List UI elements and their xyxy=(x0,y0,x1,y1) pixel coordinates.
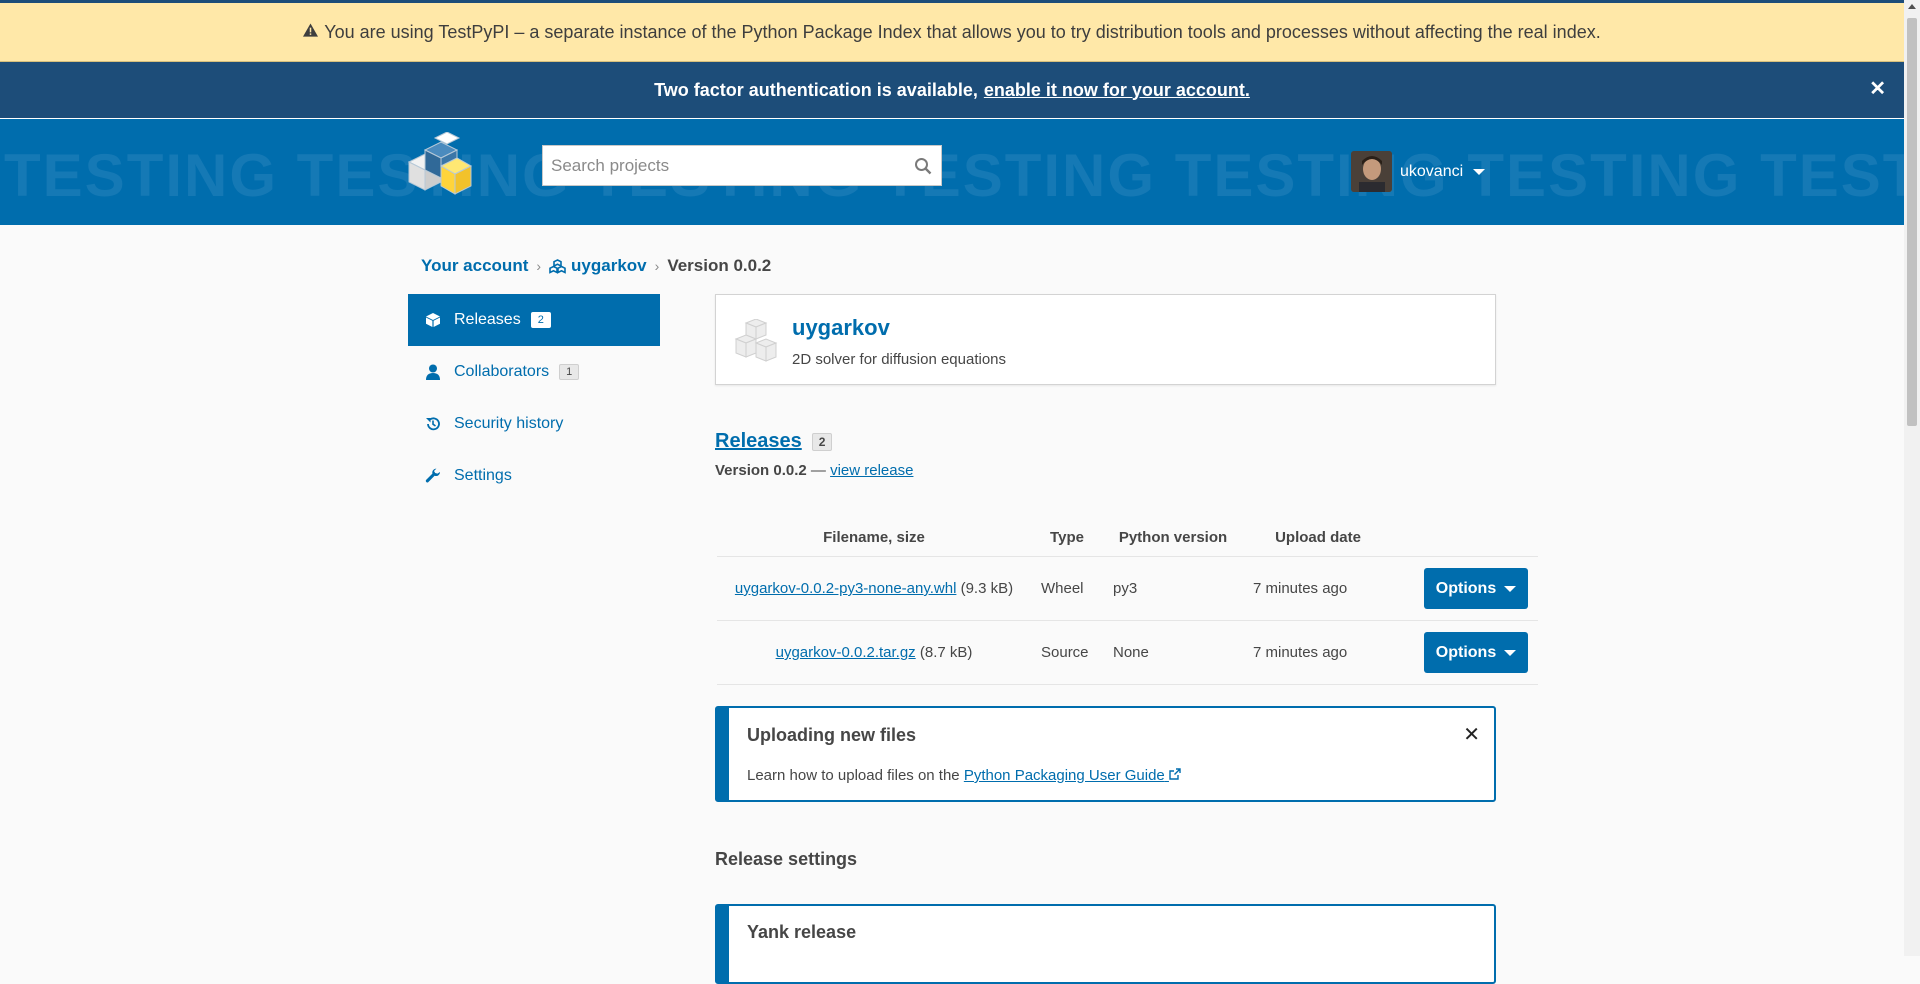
table-header-row: Filename, size Type Python version Uploa… xyxy=(717,518,1538,557)
version-label: Version 0.0.2 xyxy=(715,462,807,479)
options-label: Options xyxy=(1435,579,1497,597)
yank-release-callout: Yank release xyxy=(715,904,1496,984)
cubes-icon xyxy=(549,258,566,274)
filename-cell: uygarkov-0.0.2.tar.gz (8.7 kB) xyxy=(717,620,1031,685)
callout-text: Learn how to upload files on the Python … xyxy=(747,767,1181,784)
sidebar-item-security-history[interactable]: Security history xyxy=(408,398,660,450)
search-input[interactable] xyxy=(543,146,905,185)
sidebar-item-collaborators[interactable]: Collaborators 1 xyxy=(408,346,660,398)
breadcrumb: Your account › uygarkov › Version 0.0.2 xyxy=(421,256,771,276)
two-factor-banner: Two factor authentication is available, … xyxy=(0,62,1904,119)
chevron-right-icon: › xyxy=(536,258,542,274)
close-icon[interactable]: ✕ xyxy=(1463,722,1480,747)
search-box xyxy=(542,145,942,186)
file-download-link[interactable]: uygarkov-0.0.2.tar.gz xyxy=(776,644,916,661)
breadcrumb-current: Version 0.0.2 xyxy=(667,256,772,275)
avatar xyxy=(1351,151,1392,192)
external-link-icon xyxy=(1169,767,1181,784)
breadcrumb-your-account[interactable]: Your account xyxy=(421,256,528,276)
release-settings-heading: Release settings xyxy=(715,849,858,869)
scroll-up-arrow-icon[interactable] xyxy=(1908,4,1916,9)
table-row: uygarkov-0.0.2-py3-none-any.whl (9.3 kB)… xyxy=(717,556,1538,621)
callout-text-body: Learn how to upload files on the xyxy=(747,767,960,784)
view-release-link[interactable]: view release xyxy=(830,462,913,479)
file-type: Source xyxy=(1031,620,1103,685)
releases-heading-link[interactable]: Releases xyxy=(715,430,802,453)
file-download-link[interactable]: uygarkov-0.0.2-py3-none-any.whl xyxy=(735,580,957,597)
chevron-right-icon: › xyxy=(654,258,660,274)
releases-heading: Releases 2 xyxy=(715,430,833,453)
sidebar-item-label: Settings xyxy=(454,467,512,484)
packaging-guide-label: Python Packaging User Guide xyxy=(963,767,1165,784)
python-version: None xyxy=(1103,620,1243,685)
project-name-link[interactable]: uygarkov xyxy=(792,315,890,341)
sidebar-item-label: Security history xyxy=(454,415,564,432)
sidebar-item-settings[interactable]: Settings xyxy=(408,450,660,502)
count-badge: 1 xyxy=(559,364,580,380)
chevron-down-icon xyxy=(1473,168,1486,175)
testing-watermark: TESTING TESTING TESTING TESTING TESTING … xyxy=(4,142,1904,209)
file-size: (9.3 kB) xyxy=(960,580,1014,597)
python-version: py3 xyxy=(1103,556,1243,621)
release-files-table: Filename, size Type Python version Uploa… xyxy=(717,518,1538,685)
user-menu[interactable]: ukovanci xyxy=(1351,151,1486,192)
site-header: TESTING TESTING TESTING TESTING TESTING … xyxy=(0,119,1904,225)
project-card: uygarkov 2D solver for diffusion equatio… xyxy=(715,294,1496,385)
dash: — xyxy=(810,462,826,479)
count-badge: 2 xyxy=(530,312,551,328)
sidebar-item-label: Collaborators xyxy=(454,363,550,380)
callout-title: Uploading new files xyxy=(747,725,917,745)
column-header: Upload date xyxy=(1243,518,1393,557)
chevron-down-icon xyxy=(1504,585,1517,592)
box-icon xyxy=(424,312,442,328)
table-row: uygarkov-0.0.2.tar.gz (8.7 kB) Source No… xyxy=(717,620,1538,685)
filename-cell: uygarkov-0.0.2-py3-none-any.whl (9.3 kB) xyxy=(717,556,1031,621)
sidebar-item-label: Releases xyxy=(454,311,521,328)
uploading-callout: Uploading new files ✕ Learn how to uploa… xyxy=(715,706,1496,802)
chevron-down-icon xyxy=(1504,649,1517,656)
upload-date: 7 minutes ago xyxy=(1243,620,1393,685)
scroll-thumb[interactable] xyxy=(1907,18,1917,426)
search-icon[interactable] xyxy=(905,146,941,185)
sidebar-item-releases[interactable]: Releases 2 xyxy=(408,294,660,346)
sidebar: Releases 2 Collaborators 1 Security hist… xyxy=(408,294,660,502)
file-size: (8.7 kB) xyxy=(919,644,973,661)
username: ukovanci xyxy=(1400,162,1464,180)
user-icon xyxy=(424,364,442,380)
upload-date: 7 minutes ago xyxy=(1243,556,1393,621)
project-description: 2D solver for diffusion equations xyxy=(792,351,1007,368)
column-header xyxy=(1393,518,1538,557)
vertical-scrollbar[interactable] xyxy=(1904,0,1920,956)
options-button[interactable]: Options xyxy=(1424,632,1528,673)
column-header: Python version xyxy=(1103,518,1243,557)
options-button[interactable]: Options xyxy=(1424,568,1528,609)
enable-two-factor-link[interactable]: enable it now for your account. xyxy=(984,80,1250,101)
testpypi-warning-banner: You are using TestPyPI – a separate inst… xyxy=(0,3,1904,62)
callout-title: Yank release xyxy=(747,922,857,942)
packaging-guide-link[interactable]: Python Packaging User Guide xyxy=(964,767,1181,784)
package-icon xyxy=(732,318,778,365)
breadcrumb-project[interactable]: uygarkov xyxy=(571,256,647,276)
options-cell: Options xyxy=(1393,620,1538,685)
history-icon xyxy=(424,416,442,432)
warning-icon xyxy=(303,23,319,41)
two-factor-text: Two factor authentication is available, xyxy=(654,79,978,100)
column-header: Type xyxy=(1031,518,1103,557)
version-line: Version 0.0.2 — view release xyxy=(715,462,913,479)
wrench-icon xyxy=(424,468,442,484)
options-cell: Options xyxy=(1393,556,1538,621)
file-type: Wheel xyxy=(1031,556,1103,621)
column-header: Filename, size xyxy=(717,518,1031,557)
count-badge: 2 xyxy=(811,432,833,451)
testpypi-warning-text: You are using TestPyPI – a separate inst… xyxy=(324,21,1601,42)
pypi-logo[interactable] xyxy=(405,131,473,202)
close-icon[interactable]: ✕ xyxy=(1869,76,1886,101)
options-label: Options xyxy=(1435,643,1497,661)
